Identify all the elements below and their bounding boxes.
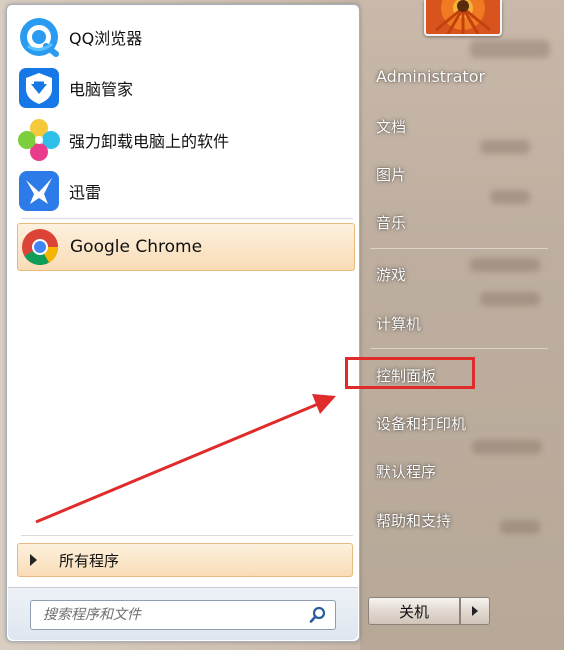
annotation-arrow xyxy=(35,394,336,524)
